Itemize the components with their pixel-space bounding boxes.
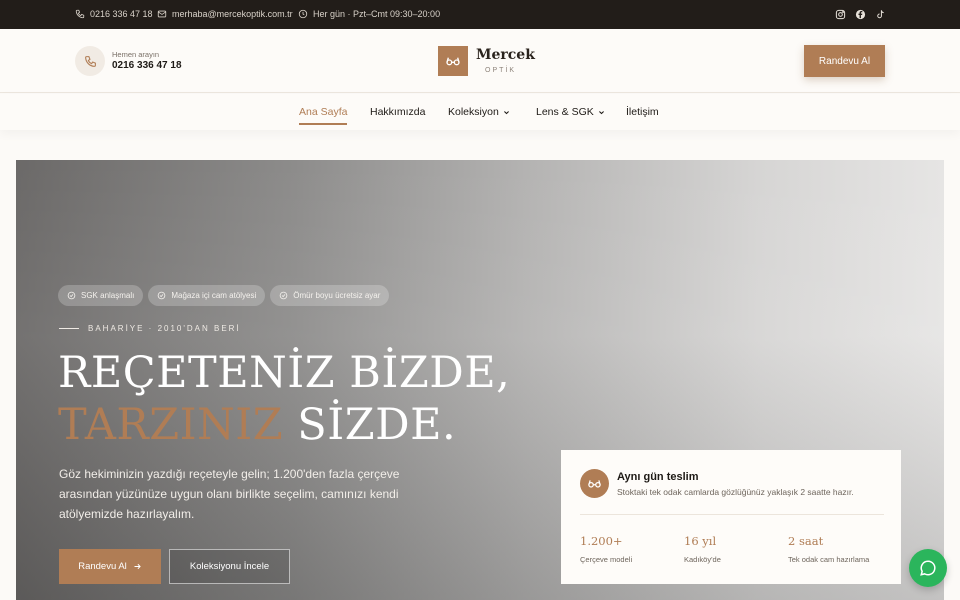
header-appointment-button[interactable]: Randevu Al: [804, 45, 885, 77]
logo-name[interactable]: Mercek: [476, 47, 535, 63]
topbar-hours: Her gün · Pzt–Cmt 09:30–20:00: [298, 9, 440, 19]
card-text: Stoktaki tek odak camlarda gözlüğünüz ya…: [617, 487, 854, 497]
nav-item-label: Hakkımızda: [370, 106, 426, 118]
stat-value: 16 yıl: [684, 534, 717, 548]
topbar-phone-text: 0216 336 47 18: [90, 9, 153, 19]
top-bar: 0216 336 47 18 merhaba@mercekoptik.com.t…: [0, 0, 960, 29]
stat-value: 2 saat: [788, 534, 824, 548]
check-circle-icon: [158, 291, 166, 300]
nav-item-contact[interactable]: İletişim: [626, 106, 659, 118]
facebook-icon[interactable]: [855, 9, 866, 20]
nav-item-lens-sgk[interactable]: Lens & SGK: [536, 106, 605, 118]
stat-item: 1.200+ Çerçeve modeli: [580, 534, 632, 564]
chevron-down-icon: [598, 110, 604, 114]
hero-badge-label: Mağaza içi cam atölyesi: [171, 291, 257, 300]
arrow-right-icon: [134, 563, 141, 570]
glasses-icon: [588, 480, 601, 488]
hero-badge-label: Ömür boyu ücretsiz ayar: [293, 291, 381, 300]
stat-label: Tek odak cam hazırlama: [788, 555, 870, 564]
nav-item-label: İletişim: [626, 106, 659, 118]
card-icon: [580, 469, 609, 498]
check-circle-icon: [279, 291, 288, 300]
stat-label: Çerçeve modeli: [580, 555, 633, 564]
hero-eyebrow-text: BAHARİYE · 2010'DAN BERİ: [88, 324, 241, 333]
card-divider: [580, 514, 884, 515]
hero-title-line2: TARZINIZ SİZDE.: [58, 399, 510, 451]
phone-icon: [75, 9, 85, 19]
nav-item-home[interactable]: Ana Sayfa: [299, 106, 348, 125]
whatsapp-chat-button[interactable]: [909, 549, 947, 587]
logo-mark[interactable]: [438, 46, 468, 76]
stat-item: 16 yıl Kadıköy'de: [684, 534, 721, 564]
hero-appointment-button[interactable]: Randevu Al: [59, 549, 161, 584]
stat-item: 2 saat Tek odak cam hazırlama: [788, 534, 869, 564]
stat-label: Kadıköy'de: [684, 555, 721, 564]
topbar-email[interactable]: merhaba@mercekoptik.com.tr: [157, 9, 293, 19]
call-button[interactable]: [75, 46, 105, 76]
topbar-phone[interactable]: 0216 336 47 18: [75, 9, 153, 19]
hero-lead: Göz hekiminizin yazdığı reçeteyle gelin;…: [59, 467, 400, 521]
logo-subtitle: OPTİK: [485, 67, 517, 74]
hero-title-rest: SİZDE.: [283, 400, 457, 450]
same-day-card: Aynı gün teslim Stoktaki tek odak camlar…: [561, 450, 901, 584]
nav-item-collection[interactable]: Koleksiyon: [448, 106, 510, 118]
tiktok-icon[interactable]: [875, 9, 886, 20]
hero-badges: SGK anlaşmalı Mağaza içi cam atölyesi Öm…: [58, 285, 390, 306]
stat-value: 1.200+: [580, 534, 623, 548]
hero-title-line1: REÇETENİZ BİZDE,: [58, 348, 511, 398]
mail-icon: [157, 10, 167, 18]
call-number[interactable]: 0216 336 47 18: [112, 60, 182, 71]
chevron-down-icon: [503, 110, 509, 114]
instagram-icon[interactable]: [835, 9, 846, 20]
hero-badge: Ömür boyu ücretsiz ayar: [270, 285, 390, 306]
card-title: Aynı gün teslim: [617, 471, 699, 483]
hero-collection-button[interactable]: Koleksiyonu İncele: [169, 549, 290, 584]
eyebrow-line: [59, 328, 79, 329]
topbar-email-text: merhaba@mercekoptik.com.tr: [172, 9, 293, 19]
clock-icon: [298, 9, 308, 19]
hero-badge: SGK anlaşmalı: [58, 285, 144, 306]
nav-item-about[interactable]: Hakkımızda: [370, 106, 425, 118]
nav-item-label: Koleksiyon: [448, 106, 499, 118]
hero-title-accent: TARZINIZ: [58, 400, 284, 450]
nav-item-label: Ana Sayfa: [299, 106, 348, 118]
chat-bubble-icon: [920, 560, 936, 576]
site-header: Hemen arayın 0216 336 47 18 Mercek OPTİK…: [0, 29, 960, 93]
hero-appointment-label: Randevu Al: [78, 561, 127, 572]
nav-item-label: Lens & SGK: [536, 106, 594, 118]
check-circle-icon: [67, 291, 76, 300]
hero-title: REÇETENİZ BİZDE, TARZINIZ SİZDE.: [58, 347, 510, 451]
glasses-icon: [446, 57, 460, 66]
phone-icon: [84, 55, 96, 67]
call-caption: Hemen arayın: [112, 50, 160, 59]
main-nav: Ana Sayfa Hakkımızda Koleksiyon Lens & S…: [0, 94, 960, 130]
hero-eyebrow: BAHARİYE · 2010'DAN BERİ: [59, 324, 241, 333]
hero-badge: Mağaza içi cam atölyesi: [148, 285, 266, 306]
hero-badge-label: SGK anlaşmalı: [81, 291, 135, 300]
topbar-hours-text: Her gün · Pzt–Cmt 09:30–20:00: [313, 9, 441, 19]
